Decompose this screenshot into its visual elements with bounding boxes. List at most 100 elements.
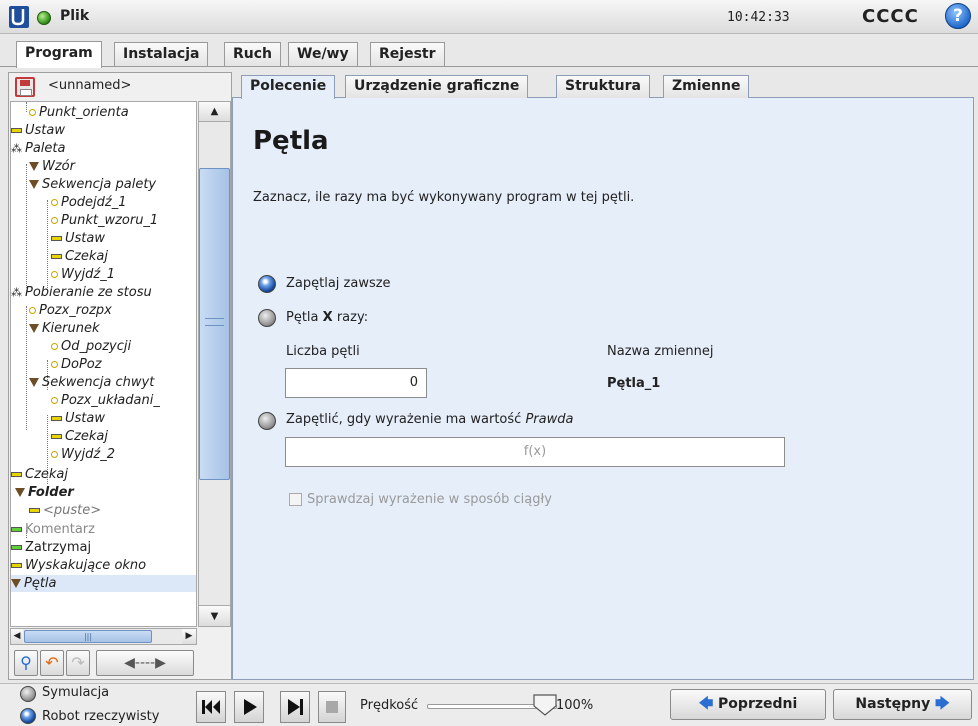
real-robot-radio[interactable]: [20, 708, 36, 724]
stop-icon[interactable]: [318, 691, 346, 723]
robot-status-icon[interactable]: [37, 11, 51, 25]
redo-icon[interactable]: ↷: [66, 650, 90, 676]
variable-name-value: Pętla_1: [607, 376, 661, 391]
tree-node[interactable]: Folder: [15, 484, 74, 501]
move-node-arrows-icon[interactable]: ◀----▶: [96, 650, 194, 676]
set-icon: [51, 236, 62, 241]
tree-node[interactable]: DoPoz: [51, 356, 102, 373]
variable-name-label: Nazwa zmiennej: [607, 344, 714, 359]
file-menu[interactable]: Plik: [60, 8, 89, 24]
clock: 10:42:33: [727, 10, 790, 25]
tree-node[interactable]: Czekaj: [51, 428, 108, 445]
subtab-variables[interactable]: Zmienne: [663, 75, 750, 98]
undo-icon[interactable]: ↶: [40, 650, 64, 676]
main-tabs-divider: [0, 66, 978, 67]
folder-triangle-icon: [29, 162, 39, 171]
tree-node[interactable]: Czekaj: [11, 466, 68, 483]
tree-node[interactable]: ⁂ Pobieranie ze stosu: [11, 284, 152, 301]
tree-node[interactable]: Ustaw: [11, 122, 65, 139]
tree-node[interactable]: Ustaw: [51, 230, 105, 247]
subtab-command[interactable]: Polecenie: [241, 75, 336, 99]
scroll-grip-icon: [205, 318, 224, 326]
continuous-check-checkbox[interactable]: [289, 493, 302, 506]
tree-node[interactable]: Czekaj: [51, 248, 108, 265]
radio-loop-times[interactable]: [258, 309, 276, 327]
radio-loop-times-label: Pętla X razy:: [286, 310, 369, 325]
folder-triangle-icon: [29, 180, 39, 189]
tree-node[interactable]: Punkt_wzoru_1: [51, 212, 158, 229]
program-name: <unnamed>: [48, 78, 132, 93]
comment-icon: [11, 527, 22, 532]
wait-icon: [51, 434, 62, 439]
tab-io[interactable]: We/wy: [288, 42, 358, 66]
waypoint-icon: [51, 199, 58, 206]
expression-input[interactable]: f(x): [285, 437, 785, 467]
tree-node[interactable]: Kierunek: [29, 320, 99, 337]
tree-node[interactable]: Pozx_układani_: [51, 392, 160, 409]
loop-icon: [11, 579, 21, 588]
search-icon[interactable]: ⚲: [14, 650, 38, 676]
folder-triangle-icon: [29, 378, 39, 387]
tree-node[interactable]: Sekwencja palety: [29, 176, 156, 193]
tree-node[interactable]: Wyskakujące okno: [11, 557, 146, 574]
scroll-right-icon[interactable]: ▶: [182, 629, 196, 644]
waypoint-icon: [51, 271, 58, 278]
previous-button[interactable]: 🡄 Poprzedni: [670, 689, 826, 720]
tab-program[interactable]: Program: [16, 41, 102, 68]
speed-slider-thumb-icon[interactable]: [533, 694, 557, 716]
next-button[interactable]: Następny 🡆: [833, 689, 972, 720]
simulation-radio[interactable]: [20, 686, 36, 702]
tree-node[interactable]: Wyjdź_1: [51, 266, 115, 283]
folder-triangle-icon: [15, 488, 25, 497]
tab-log[interactable]: Rejestr: [370, 42, 445, 66]
robot-name: CCCC: [862, 6, 919, 27]
step-icon[interactable]: [280, 691, 310, 723]
play-icon[interactable]: [234, 691, 264, 723]
scroll-down-icon[interactable]: ▼: [199, 605, 230, 626]
page-description: Zaznacz, ile razy ma być wykonywany prog…: [253, 190, 635, 205]
help-icon[interactable]: ?: [945, 3, 971, 29]
tab-installation[interactable]: Instalacja: [114, 42, 209, 66]
speed-value: 100%: [556, 698, 594, 713]
tree-node[interactable]: Pozx_rozpx: [29, 302, 112, 319]
arrow-left-icon: 🡄: [698, 696, 714, 712]
tree-node[interactable]: ⁂ Paleta: [11, 140, 65, 157]
program-tree[interactable]: Punkt_orienta Ustaw ⁂ Paleta Wzór Sekwenc…: [10, 101, 197, 627]
tree-node[interactable]: Podejdź_1: [51, 194, 127, 211]
tab-move[interactable]: Ruch: [224, 42, 282, 66]
tree-node[interactable]: Komentarz: [11, 521, 95, 538]
loop-count-input[interactable]: 0: [285, 368, 427, 398]
tree-node[interactable]: Zatrzymaj: [11, 539, 91, 556]
subtab-graphics[interactable]: Urządzenie graficzne: [345, 75, 529, 98]
waypoint-icon: [51, 361, 58, 368]
top-bar: [0, 0, 978, 34]
radio-loop-always-label: Zapętlaj zawsze: [286, 276, 391, 291]
waypoint-icon: [51, 217, 58, 224]
set-icon: [11, 128, 22, 133]
scroll-left-icon[interactable]: ◀: [11, 629, 23, 644]
loop-count-label: Liczba pętli: [286, 344, 360, 359]
subtab-structure[interactable]: Struktura: [556, 75, 650, 98]
scroll-up-icon[interactable]: ▲: [199, 102, 230, 122]
waypoint-icon: [51, 343, 58, 350]
tree-node[interactable]: Punkt_orienta: [29, 104, 129, 121]
wait-icon: [11, 472, 22, 477]
radio-loop-expression-label: Zapętlić, gdy wyrażenie ma wartość Prawd…: [286, 412, 574, 427]
tree-node[interactable]: Od_pozycji: [51, 338, 131, 355]
simulation-label: Symulacja: [42, 685, 110, 700]
rewind-icon[interactable]: [196, 691, 226, 723]
wait-icon: [51, 254, 62, 259]
real-robot-label: Robot rzeczywisty: [42, 709, 160, 724]
halt-icon: [11, 545, 22, 550]
radio-loop-expression[interactable]: [258, 412, 276, 430]
tree-node[interactable]: <puste>: [29, 502, 101, 519]
tree-node-selected[interactable]: Pętla: [11, 575, 196, 592]
tree-node[interactable]: Wzór: [29, 158, 75, 175]
save-icon[interactable]: [15, 77, 35, 97]
speed-label: Prędkość: [360, 698, 419, 713]
radio-loop-always[interactable]: [258, 275, 276, 293]
tree-node[interactable]: Ustaw: [51, 410, 105, 427]
tree-node[interactable]: Wyjdź_2: [51, 446, 115, 463]
tree-node[interactable]: Sekwencja chwyt: [29, 374, 154, 391]
horizontal-scroll-thumb[interactable]: |||: [24, 630, 152, 643]
